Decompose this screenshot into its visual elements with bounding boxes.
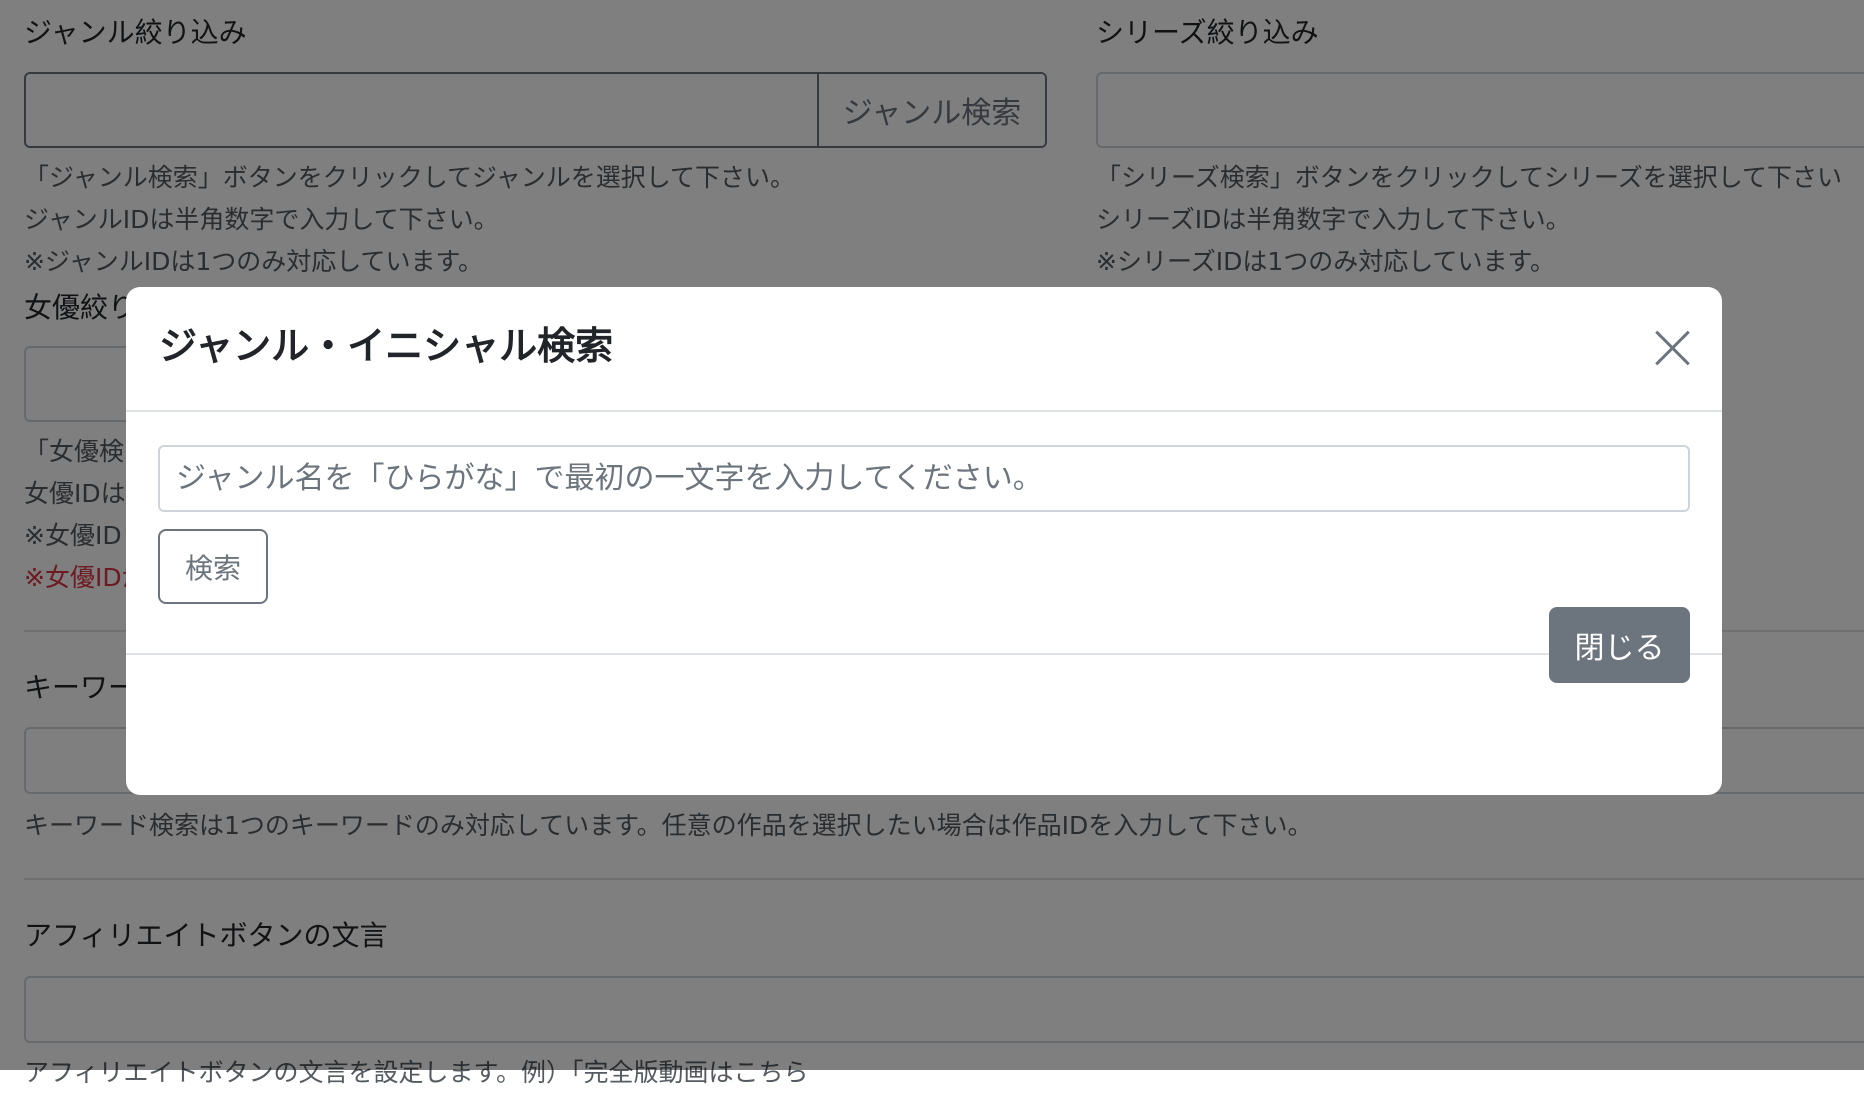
modal-title: ジャンル・イニシャル検索 xyxy=(159,324,614,368)
modal-header: ジャンル・イニシャル検索 xyxy=(126,287,1722,412)
search-button[interactable]: 検索 xyxy=(158,529,268,604)
initial-input[interactable] xyxy=(158,445,1690,512)
genre-initial-search-modal: ジャンル・イニシャル検索 検索 閉じる xyxy=(126,287,1722,795)
close-icon[interactable] xyxy=(1654,329,1692,367)
close-button[interactable]: 閉じる xyxy=(1549,607,1690,683)
modal-footer xyxy=(126,653,1722,795)
